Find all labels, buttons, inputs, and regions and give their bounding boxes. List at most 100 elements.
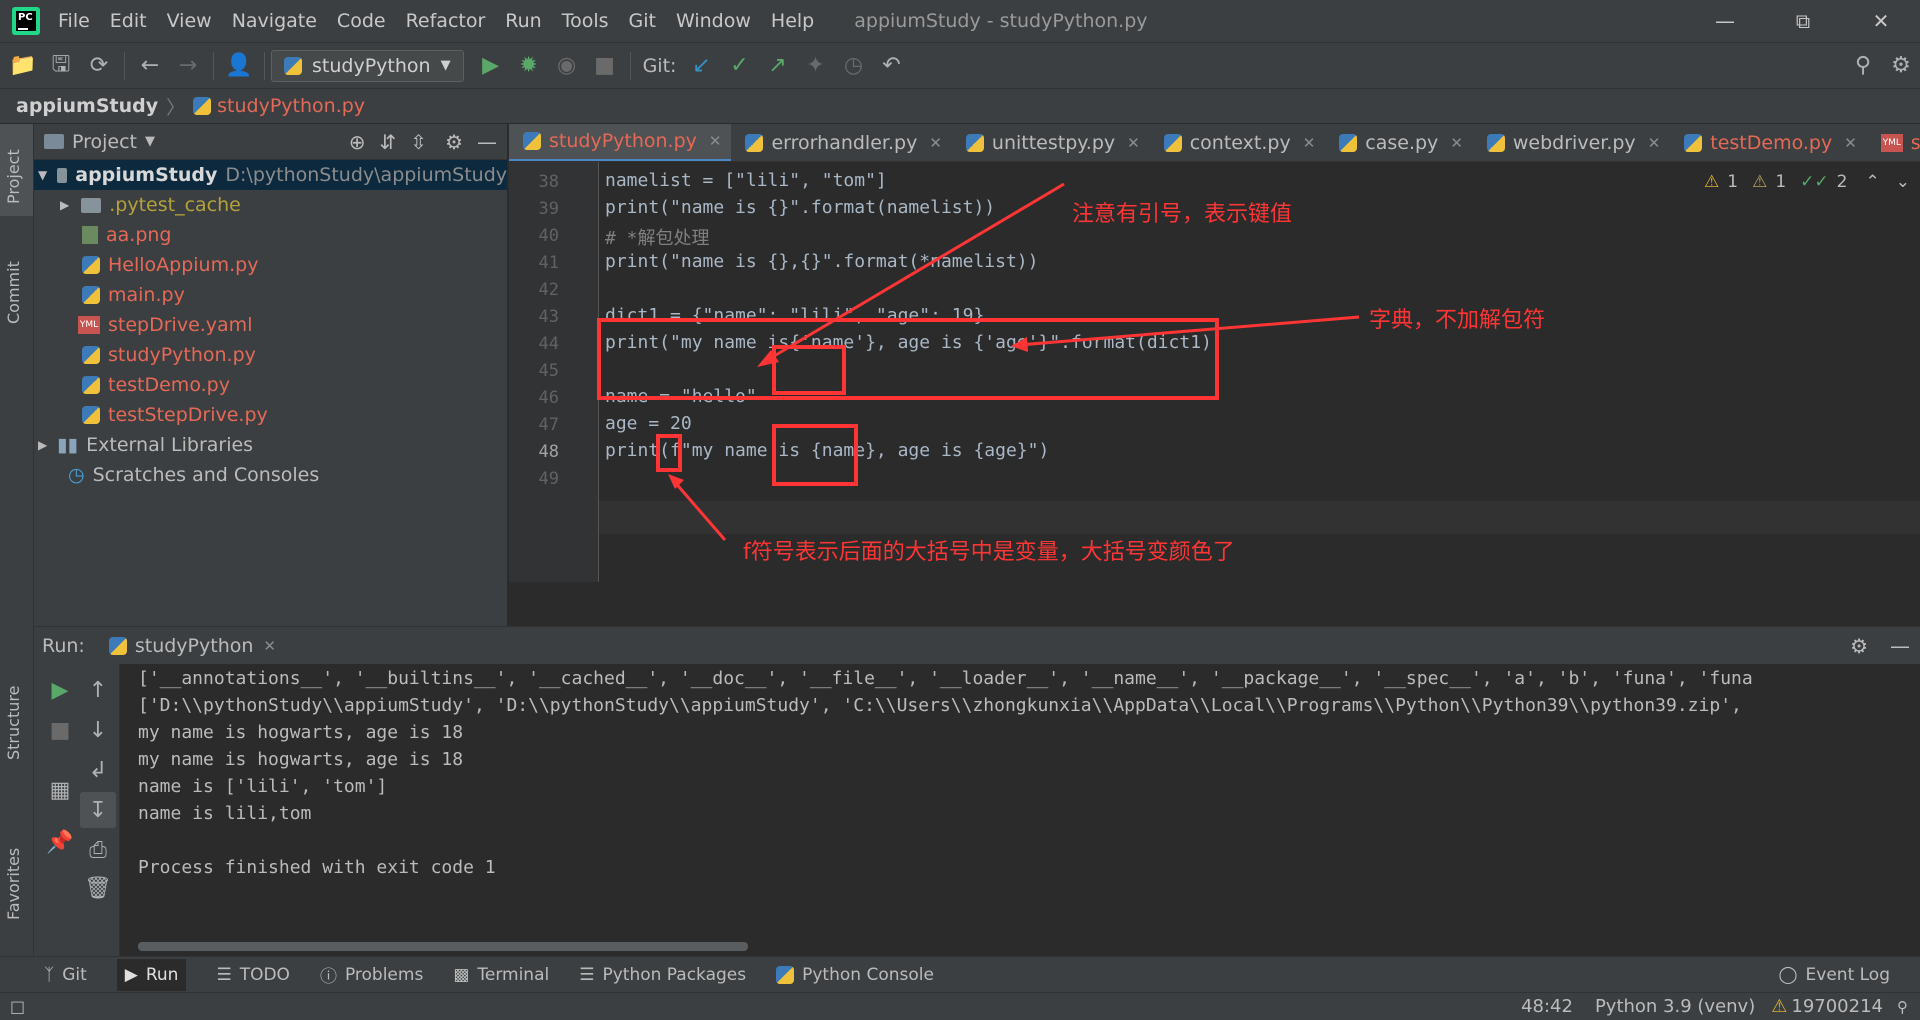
scroll-to-end-icon[interactable]: ↧ bbox=[80, 792, 116, 828]
chevron-down-icon[interactable]: ⌄ bbox=[1896, 172, 1910, 192]
tree-root[interactable]: ▼ appiumStudy D:\pythonStudy\appiumStudy bbox=[34, 160, 507, 190]
caret-position[interactable]: 48:42 bbox=[1521, 996, 1573, 1017]
menu-window[interactable]: Window bbox=[676, 10, 751, 32]
tree-item-stepdrive-yaml[interactable]: YML stepDrive.yaml bbox=[34, 310, 507, 340]
menu-run[interactable]: Run bbox=[505, 10, 541, 32]
locate-icon[interactable]: ⊕ bbox=[349, 130, 366, 154]
menu-code[interactable]: Code bbox=[337, 10, 386, 32]
print-icon[interactable]: ⎙ bbox=[80, 832, 116, 868]
close-tab-icon[interactable]: ✕ bbox=[1844, 134, 1857, 152]
close-tab-icon[interactable]: ✕ bbox=[1648, 134, 1661, 152]
tab-studypython[interactable]: studyPython.py ✕ bbox=[509, 124, 732, 161]
run-config-select[interactable]: studyPython ▼ bbox=[271, 49, 464, 82]
debug-icon[interactable]: ✹ bbox=[510, 47, 548, 85]
tree-item-studypython[interactable]: studyPython.py bbox=[34, 340, 507, 370]
toggle-tool-windows-icon[interactable]: □ bbox=[10, 997, 25, 1016]
close-icon[interactable]: ✕ bbox=[1842, 9, 1920, 33]
arrow-up-icon[interactable]: ↑ bbox=[80, 672, 116, 708]
chevron-up-icon[interactable]: ⌃ bbox=[1866, 172, 1880, 192]
soft-wrap-icon[interactable]: ↲ bbox=[80, 752, 116, 788]
lock-icon[interactable]: ⚲ bbox=[1897, 998, 1908, 1016]
user-icon[interactable]: 👤 bbox=[220, 47, 258, 85]
inspection-widget[interactable]: ⚠ 1 ⚠ 1 ✓✓ 2 ⌃ ⌄ bbox=[1704, 172, 1910, 192]
tree-item-external-libraries[interactable]: ▶ ▮▮ External Libraries bbox=[34, 430, 507, 460]
close-tab-icon[interactable]: ✕ bbox=[929, 134, 942, 152]
minimize-icon[interactable]: — bbox=[1686, 9, 1764, 33]
run-tab-studypython[interactable]: studyPython bbox=[135, 635, 254, 657]
gear-icon[interactable]: ⚙ bbox=[445, 130, 463, 154]
project-panel-title[interactable]: Project bbox=[72, 131, 137, 153]
save-icon[interactable]: 🖫 bbox=[42, 47, 80, 85]
rerun-icon[interactable]: ▶ bbox=[42, 672, 78, 708]
menu-refactor[interactable]: Refactor bbox=[406, 10, 486, 32]
tab-unittestpy[interactable]: unittestpy.py ✕ bbox=[952, 124, 1150, 161]
hide-panel-icon[interactable]: — bbox=[1890, 634, 1910, 658]
tree-item-scratches[interactable]: ◷ Scratches and Consoles bbox=[34, 460, 507, 490]
layout-icon[interactable]: ▦ bbox=[42, 772, 78, 808]
breadcrumb-file[interactable]: studyPython.py bbox=[217, 95, 365, 117]
tool-tab-python-console[interactable]: Python Console bbox=[776, 965, 934, 985]
gear-icon[interactable]: ⚙ bbox=[1850, 634, 1868, 658]
menu-file[interactable]: File bbox=[58, 10, 90, 32]
menu-edit[interactable]: Edit bbox=[110, 10, 147, 32]
commit-tool-tab[interactable]: Commit bbox=[4, 261, 23, 324]
interpreter-selector[interactable]: Python 3.9 (venv) bbox=[1595, 996, 1755, 1017]
tab-context[interactable]: context.py ✕ bbox=[1150, 124, 1326, 161]
tree-item-aa-png[interactable]: aa.png bbox=[34, 220, 507, 250]
tool-tab-problems[interactable]: ⓘ Problems bbox=[320, 962, 423, 988]
pin-icon[interactable]: 📌 bbox=[42, 824, 78, 860]
stop-icon[interactable]: ■ bbox=[586, 47, 624, 85]
favorites-tool-tab[interactable]: Favorites bbox=[4, 848, 23, 920]
close-tab-icon[interactable]: ✕ bbox=[1127, 134, 1140, 152]
close-tab-icon[interactable]: ✕ bbox=[1303, 134, 1316, 152]
close-tab-icon[interactable]: ✕ bbox=[1450, 134, 1463, 152]
restore-icon[interactable]: ⧉ bbox=[1764, 9, 1842, 33]
event-log-button[interactable]: ◯ Event Log bbox=[1779, 965, 1891, 985]
tool-tab-python-packages[interactable]: ☰ Python Packages bbox=[579, 965, 746, 985]
tool-tab-git[interactable]: ᛉ Git bbox=[44, 965, 87, 985]
tool-tab-run[interactable]: ▶ Run bbox=[116, 958, 187, 991]
run-icon[interactable]: ▶ bbox=[472, 47, 510, 85]
chevron-down-icon[interactable]: ▼ bbox=[145, 134, 155, 149]
arrow-down-icon[interactable]: ↓ bbox=[80, 712, 116, 748]
stop-icon[interactable]: ■ bbox=[42, 712, 78, 748]
tree-item-pytest-cache[interactable]: ▶ .pytest_cache bbox=[34, 190, 507, 220]
tab-errorhandler[interactable]: errorhandler.py ✕ bbox=[731, 124, 951, 161]
settings-icon[interactable]: ⚙ bbox=[1882, 47, 1920, 85]
search-icon[interactable]: ⚲ bbox=[1844, 47, 1882, 85]
tab-testdemo[interactable]: testDemo.py ✕ bbox=[1670, 124, 1867, 161]
structure-tool-tab[interactable]: Structure bbox=[4, 686, 23, 760]
menu-tools[interactable]: Tools bbox=[562, 10, 609, 32]
horizontal-scrollbar[interactable] bbox=[138, 942, 748, 951]
rollback-icon[interactable]: ↶ bbox=[872, 47, 910, 85]
back-icon[interactable]: ← bbox=[131, 47, 169, 85]
tree-item-teststepdrive[interactable]: testStepDrive.py bbox=[34, 400, 507, 430]
tab-stepi[interactable]: YMLstepI bbox=[1867, 124, 1920, 161]
menu-git[interactable]: Git bbox=[629, 10, 656, 32]
history-icon[interactable]: ◷ bbox=[834, 47, 872, 85]
open-folder-icon[interactable]: 📁 bbox=[4, 47, 42, 85]
coverage-icon[interactable]: ◉ bbox=[548, 47, 586, 85]
expand-all-icon[interactable]: ⇵ bbox=[380, 130, 397, 154]
git-push-icon[interactable]: ↗ bbox=[758, 47, 796, 85]
trash-icon[interactable]: 🗑 bbox=[80, 870, 116, 906]
close-tab-icon[interactable]: ✕ bbox=[263, 637, 276, 655]
forward-icon[interactable]: → bbox=[169, 47, 207, 85]
tab-case[interactable]: case.py ✕ bbox=[1325, 124, 1473, 161]
code-editor[interactable]: ⚠ 1 ⚠ 1 ✓✓ 2 ⌃ ⌄ bbox=[509, 162, 1920, 626]
sync-icon[interactable]: ⟳ bbox=[80, 47, 118, 85]
git-branch-icon[interactable]: ✦ bbox=[796, 47, 834, 85]
tool-tab-todo[interactable]: ☰ TODO bbox=[216, 965, 290, 985]
status-warnings[interactable]: 19700214 bbox=[1791, 996, 1883, 1017]
menu-help[interactable]: Help bbox=[771, 10, 814, 32]
tool-tab-terminal[interactable]: ▩ Terminal bbox=[453, 965, 549, 985]
tree-item-main[interactable]: main.py bbox=[34, 280, 507, 310]
menu-navigate[interactable]: Navigate bbox=[232, 10, 317, 32]
menu-view[interactable]: View bbox=[167, 10, 212, 32]
run-console[interactable]: ['__annotations__', '__builtins__', '__c… bbox=[120, 664, 1920, 956]
project-tool-tab[interactable]: Project bbox=[4, 149, 23, 204]
git-commit-icon[interactable]: ✓ bbox=[720, 47, 758, 85]
tab-webdriver[interactable]: webdriver.py ✕ bbox=[1473, 124, 1670, 161]
breadcrumb-project[interactable]: appiumStudy bbox=[16, 95, 158, 117]
git-update-icon[interactable]: ↙ bbox=[682, 47, 720, 85]
